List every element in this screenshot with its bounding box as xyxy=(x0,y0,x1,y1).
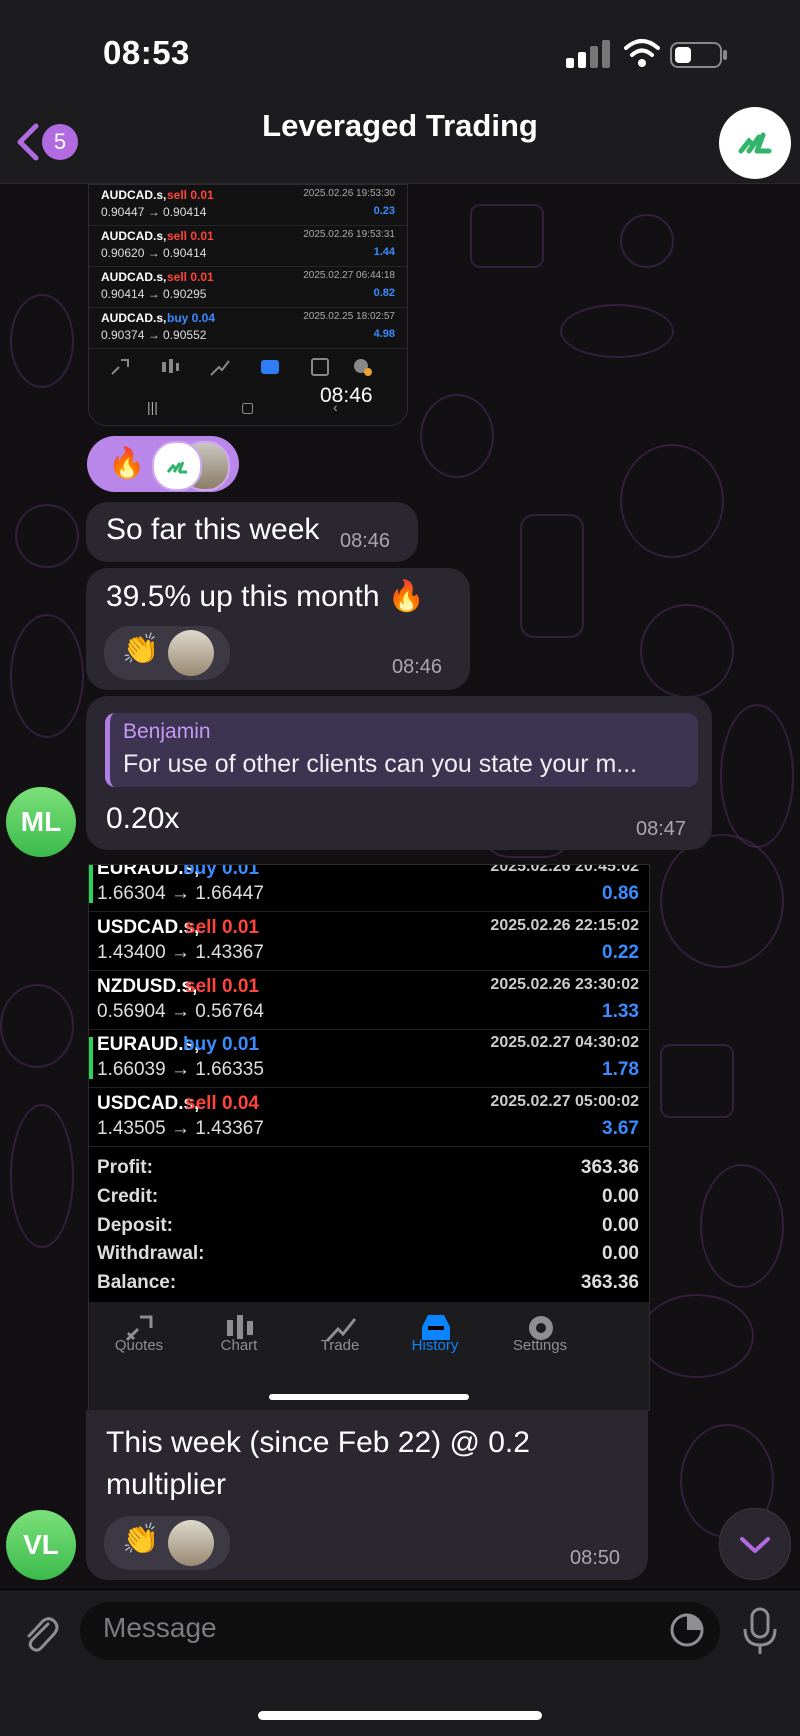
avatar[interactable]: ML xyxy=(6,787,76,857)
reactor-avatar xyxy=(168,630,214,676)
microphone-icon[interactable] xyxy=(740,1607,780,1657)
summary-label: Credit: xyxy=(97,1186,159,1207)
summary-label: Profit: xyxy=(97,1157,153,1178)
tab-trade: Trade xyxy=(320,1337,360,1354)
clap-reaction-icon: 👏 xyxy=(122,633,160,666)
trade-screenshot-2[interactable]: EURAUD.s, buy 0.01 1.66304 → 1.66447 2025… xyxy=(88,864,650,1411)
summary-value: 363.36 xyxy=(580,1157,639,1178)
sticker-icon[interactable] xyxy=(669,1612,705,1648)
signal-icon xyxy=(566,40,610,68)
tab-quotes: Quotes xyxy=(114,1337,164,1354)
summary-value: 0.00 xyxy=(602,1215,639,1236)
summary-value: 0.00 xyxy=(602,1243,639,1264)
attach-paperclip-icon[interactable] xyxy=(18,1612,62,1656)
message-time: 08:46 xyxy=(340,530,391,552)
reactor-avatar xyxy=(152,441,202,491)
home-indicator xyxy=(258,1711,542,1720)
battery-icon xyxy=(670,42,727,68)
trade-row: AUDCAD.s, sell 0.01 0.90414 → 0.90295 202… xyxy=(89,267,407,308)
home-indicator xyxy=(269,1394,469,1400)
scroll-down-button[interactable] xyxy=(719,1508,791,1580)
message-text-line1: This week (since Feb 22) @ 0.2 xyxy=(106,1426,530,1459)
tab-chart: Chart xyxy=(220,1337,258,1354)
chevron-down-icon xyxy=(740,1537,770,1553)
tab-history: History xyxy=(411,1337,459,1354)
chat-title[interactable]: Leveraged Trading xyxy=(0,108,800,144)
trade-row: AUDCAD.s, buy 0.04 0.90374 → 0.90552 2025… xyxy=(89,308,407,349)
summary-value: 363.36 xyxy=(580,1272,639,1293)
avatar[interactable]: VL xyxy=(6,1510,76,1580)
buy-indicator xyxy=(89,1037,93,1079)
trade-row: EURAUD.s, buy 0.01 1.66039 → 1.66335 2025… xyxy=(89,1029,649,1088)
leveraged-logo-icon xyxy=(166,461,187,474)
reply-text: For use of other clients can you state y… xyxy=(123,750,638,778)
fire-reaction-icon: 🔥 xyxy=(108,447,146,480)
trade-row: USDCAD.s, sell 0.04 1.43505 → 1.43367 202… xyxy=(89,1088,649,1147)
message-time: 08:46 xyxy=(320,384,373,407)
message-time: 08:50 xyxy=(570,1547,621,1569)
summary-label: Balance: xyxy=(97,1272,177,1293)
chat-avatar[interactable] xyxy=(719,107,791,179)
message-text: 0.20x xyxy=(106,802,180,835)
chat-icon xyxy=(354,359,372,376)
quotes-icon xyxy=(111,359,129,375)
message-text: 39.5% up this month 🔥 xyxy=(106,580,426,613)
reply-author: Benjamin xyxy=(123,720,211,743)
message-placeholder: Message xyxy=(103,1612,217,1643)
summary-label: Withdrawal: xyxy=(97,1243,205,1264)
reactor-avatar xyxy=(168,1520,214,1566)
buy-indicator xyxy=(89,865,93,903)
trade-row: NZDUSD.s, sell 0.01 0.56904 → 0.56764 202… xyxy=(89,971,649,1030)
trade-row: AUDCAD.s, sell 0.01 0.90620 → 0.90414 202… xyxy=(89,226,407,267)
wifi-icon xyxy=(624,39,660,67)
message-text: So far this week xyxy=(106,513,320,546)
trade-row: EURAUD.s, buy 0.01 1.66304 → 1.66447 2025… xyxy=(89,865,649,912)
clap-reaction-icon: 👏 xyxy=(122,1523,160,1556)
news-icon xyxy=(311,358,329,376)
message-time: 08:46 xyxy=(392,656,443,678)
trade-icon xyxy=(210,360,230,376)
android-recents-icon: ||| xyxy=(147,399,158,415)
history-icon xyxy=(261,360,279,374)
summary-value: 0.00 xyxy=(602,1186,639,1207)
trade-row: AUDCAD.s, sell 0.01 0.90447 → 0.90414 202… xyxy=(89,185,407,226)
message-text-line2: multiplier xyxy=(106,1468,227,1501)
status-time: 08:53 xyxy=(103,34,190,71)
leveraged-logo-icon xyxy=(738,132,772,154)
android-home-icon: ▢ xyxy=(241,399,255,415)
tab-settings: Settings xyxy=(512,1337,568,1354)
summary-label: Deposit: xyxy=(97,1215,173,1236)
message-time: 08:47 xyxy=(636,818,687,840)
trade-row: USDCAD.s, sell 0.01 1.43400 → 1.43367 202… xyxy=(89,912,649,971)
chart-icon xyxy=(162,359,179,373)
